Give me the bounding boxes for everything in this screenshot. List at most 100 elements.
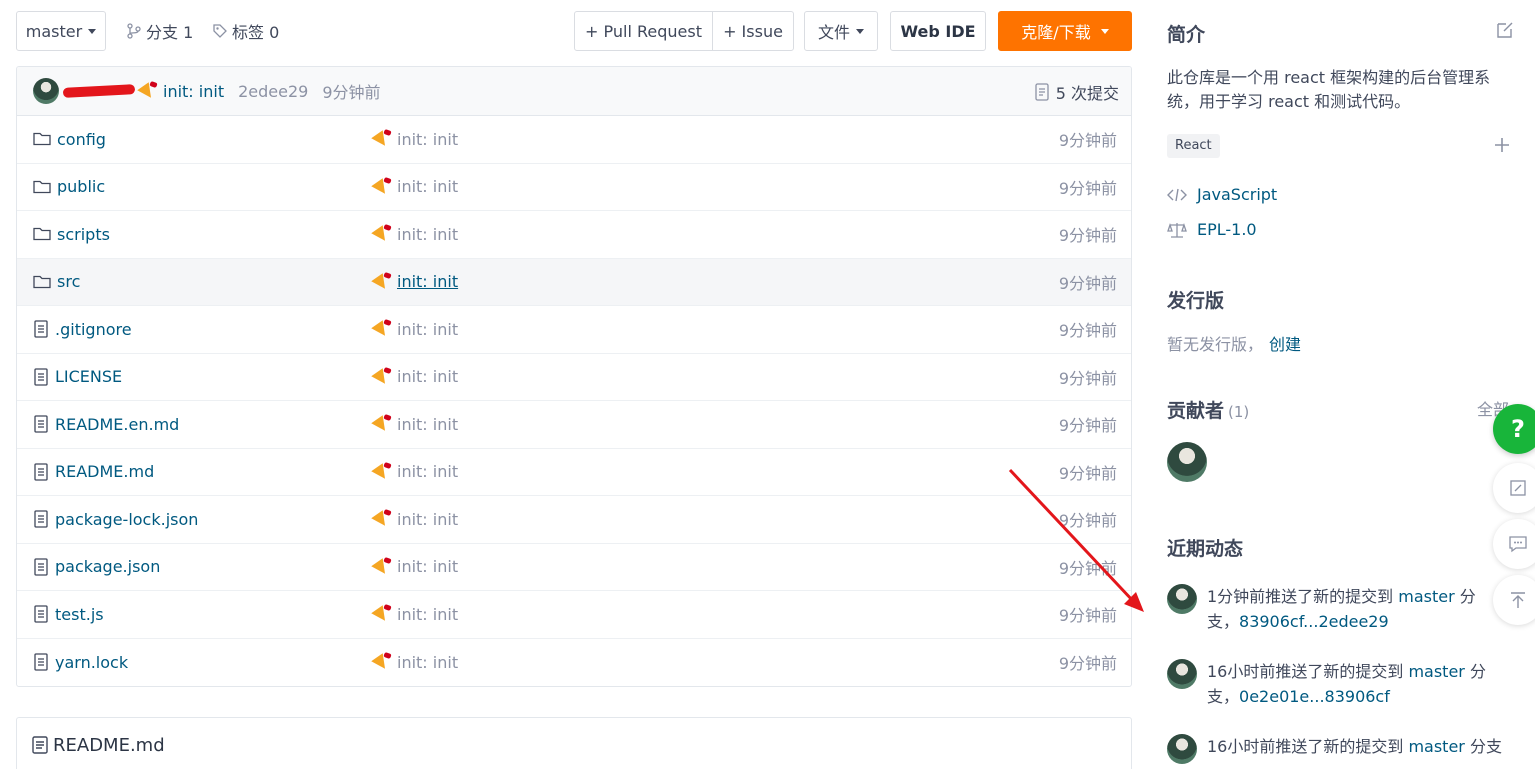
commit-range-link[interactable]: 83906cf...2edee29 <box>1239 612 1389 631</box>
file-commit-link[interactable]: init: init <box>373 557 458 576</box>
contributor-avatar[interactable] <box>1167 442 1207 482</box>
file-commit-link[interactable]: init: init <box>373 415 458 434</box>
file-commit-link[interactable]: init: init <box>373 272 458 291</box>
license-link[interactable]: EPL-1.0 <box>1167 220 1257 239</box>
file-name-link[interactable]: config <box>33 130 106 149</box>
file-icon <box>34 368 48 386</box>
branch-link[interactable]: master <box>1398 587 1454 606</box>
file-name: package-lock.json <box>55 509 199 529</box>
help-button[interactable]: ? <box>1493 404 1535 454</box>
file-icon <box>34 653 48 671</box>
file-commit-message: init: init <box>397 319 459 339</box>
party-popper-icon <box>373 558 391 576</box>
branch-link[interactable]: master <box>1408 737 1464 756</box>
file-commit-link[interactable]: init: init <box>373 367 458 386</box>
branch-select[interactable]: master <box>16 11 106 51</box>
file-row[interactable]: package.json init: init 9分钟前 <box>17 544 1131 591</box>
file-row[interactable]: README.md init: init 9分钟前 <box>17 449 1131 496</box>
file-name: test.js <box>55 604 104 624</box>
language-label: JavaScript <box>1197 185 1278 204</box>
file-row[interactable]: LICENSE init: init 9分钟前 <box>17 354 1131 401</box>
comment-button[interactable] <box>1493 519 1535 569</box>
author-avatar[interactable] <box>33 78 59 104</box>
activity-avatar[interactable] <box>1167 659 1197 689</box>
file-row[interactable]: config init: init 9分钟前 <box>17 116 1131 164</box>
activity-avatar[interactable] <box>1167 734 1197 764</box>
file-commit-link[interactable]: init: init <box>373 177 458 196</box>
file-name-link[interactable]: package.json <box>33 557 160 576</box>
file-commit-message: init: init <box>397 129 459 149</box>
commit-hash[interactable]: 2edee29 <box>238 82 308 101</box>
file-row[interactable]: scripts init: init 9分钟前 <box>17 211 1131 259</box>
party-popper-icon <box>373 605 391 623</box>
file-row[interactable]: .gitignore init: init 9分钟前 <box>17 306 1131 354</box>
file-name: yarn.lock <box>55 652 129 672</box>
file-row[interactable]: yarn.lock init: init 9分钟前 <box>17 639 1131 687</box>
file-name-link[interactable]: src <box>33 272 80 291</box>
commit-count-link[interactable]: 5 次提交 <box>1034 67 1119 116</box>
party-popper-icon <box>373 178 391 196</box>
file-name: LICENSE <box>55 367 123 387</box>
file-commit-link[interactable]: init: init <box>373 653 458 672</box>
arrow-up-icon <box>1511 592 1525 608</box>
file-commit-message: init: init <box>397 224 459 244</box>
file-name-link[interactable]: yarn.lock <box>33 653 128 672</box>
file-name-link[interactable]: test.js <box>33 605 104 624</box>
files-menu-button[interactable]: 文件 <box>804 11 878 51</box>
branches-link[interactable]: 分支 1 <box>126 11 193 51</box>
file-row[interactable]: public init: init 9分钟前 <box>17 164 1131 211</box>
file-commit-link[interactable]: init: init <box>373 130 458 149</box>
file-icon <box>34 320 48 338</box>
pull-request-button[interactable]: + Pull Request <box>575 12 712 50</box>
file-row[interactable]: package-lock.json init: init 9分钟前 <box>17 496 1131 544</box>
file-name: .gitignore <box>55 319 132 339</box>
file-commit-link[interactable]: init: init <box>373 510 458 529</box>
edit-icon[interactable] <box>1495 20 1515 40</box>
feedback-button[interactable] <box>1493 463 1535 513</box>
tags-count: 标签 0 <box>232 23 280 42</box>
branch-link[interactable]: master <box>1408 662 1464 681</box>
file-time: 9分钟前 <box>1058 131 1117 151</box>
file-name-link[interactable]: LICENSE <box>33 367 122 386</box>
file-name-link[interactable]: README.en.md <box>33 415 179 434</box>
branch-label: master <box>25 21 83 41</box>
issue-button[interactable]: + Issue <box>712 12 793 50</box>
activity-title: 近期动态 <box>1167 538 1244 560</box>
file-row[interactable]: src init: init 9分钟前 <box>17 258 1131 306</box>
tag-icon <box>213 24 227 38</box>
file-commit-link[interactable]: init: init <box>373 462 458 481</box>
topic-tag[interactable]: React <box>1167 134 1220 158</box>
party-popper-icon <box>373 130 391 148</box>
language-link[interactable]: JavaScript <box>1167 185 1277 204</box>
party-popper-icon <box>373 653 391 671</box>
scale-icon <box>1167 222 1187 238</box>
file-name-link[interactable]: public <box>33 177 105 196</box>
file-time: 9分钟前 <box>1058 558 1117 578</box>
commit-time: 9分钟前 <box>322 83 381 102</box>
plus-icon[interactable] <box>1493 136 1511 154</box>
commit-message[interactable]: init: init <box>163 82 224 101</box>
commit-range-link[interactable]: 0e2e01e...83906cf <box>1239 687 1390 706</box>
file-commit-message: init: init <box>397 652 459 672</box>
activity-item: 1分钟前推送了新的提交到 master 分支，83906cf...2edee29 <box>1167 584 1515 644</box>
file-row[interactable]: test.js init: init 9分钟前 <box>17 591 1131 639</box>
file-name-link[interactable]: README.md <box>33 462 154 481</box>
file-name-link[interactable]: .gitignore <box>33 320 132 339</box>
activity-text: 1分钟前推送了新的提交到 master 分支，83906cf...2edee29 <box>1207 584 1507 634</box>
create-release-link[interactable]: 创建 <box>1269 335 1301 354</box>
file-name-link[interactable]: scripts <box>33 225 110 244</box>
file-commit-link[interactable]: init: init <box>373 605 458 624</box>
file-name: src <box>57 272 81 292</box>
party-popper-icon <box>373 225 391 243</box>
tags-link[interactable]: 标签 0 <box>212 11 279 51</box>
file-icon <box>34 558 48 576</box>
clone-download-button[interactable]: 克隆/下载 <box>998 11 1132 51</box>
file-commit-link[interactable]: init: init <box>373 225 458 244</box>
file-row[interactable]: README.en.md init: init 9分钟前 <box>17 401 1131 449</box>
chevron-down-icon <box>1100 28 1109 34</box>
back-to-top-button[interactable] <box>1493 575 1535 625</box>
file-name-link[interactable]: package-lock.json <box>33 510 198 529</box>
file-commit-link[interactable]: init: init <box>373 320 458 339</box>
activity-avatar[interactable] <box>1167 584 1197 614</box>
web-ide-button[interactable]: Web IDE <box>890 11 986 51</box>
